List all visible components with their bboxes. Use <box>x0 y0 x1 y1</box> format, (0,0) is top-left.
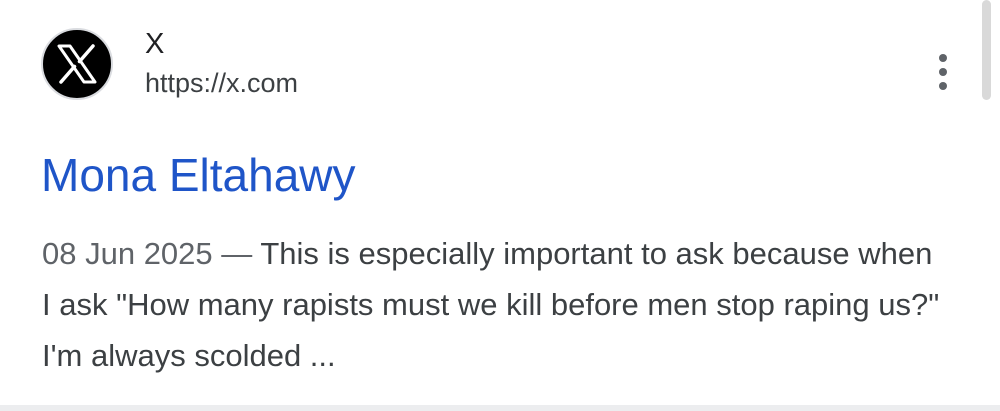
result-snippet: 08 Jun 2025 — This is especially importa… <box>42 228 942 381</box>
more-options-button[interactable] <box>922 50 964 94</box>
result-divider <box>0 405 1000 411</box>
search-result: X https://x.com Mona Eltahawy 08 Jun 202… <box>0 0 1000 411</box>
more-vert-icon <box>939 54 947 62</box>
result-title-link[interactable]: Mona Eltahawy <box>41 148 356 202</box>
scrollbar-thumb[interactable] <box>982 0 991 100</box>
date-separator: — <box>212 236 261 271</box>
more-vert-icon-dot <box>939 82 947 90</box>
site-name: X <box>145 28 165 60</box>
site-url: https://x.com <box>145 68 299 98</box>
x-logo-icon <box>41 28 113 100</box>
result-date: 08 Jun 2025 <box>42 236 213 271</box>
result-source[interactable]: X https://x.com <box>41 26 298 102</box>
more-vert-icon-dot <box>939 68 947 76</box>
